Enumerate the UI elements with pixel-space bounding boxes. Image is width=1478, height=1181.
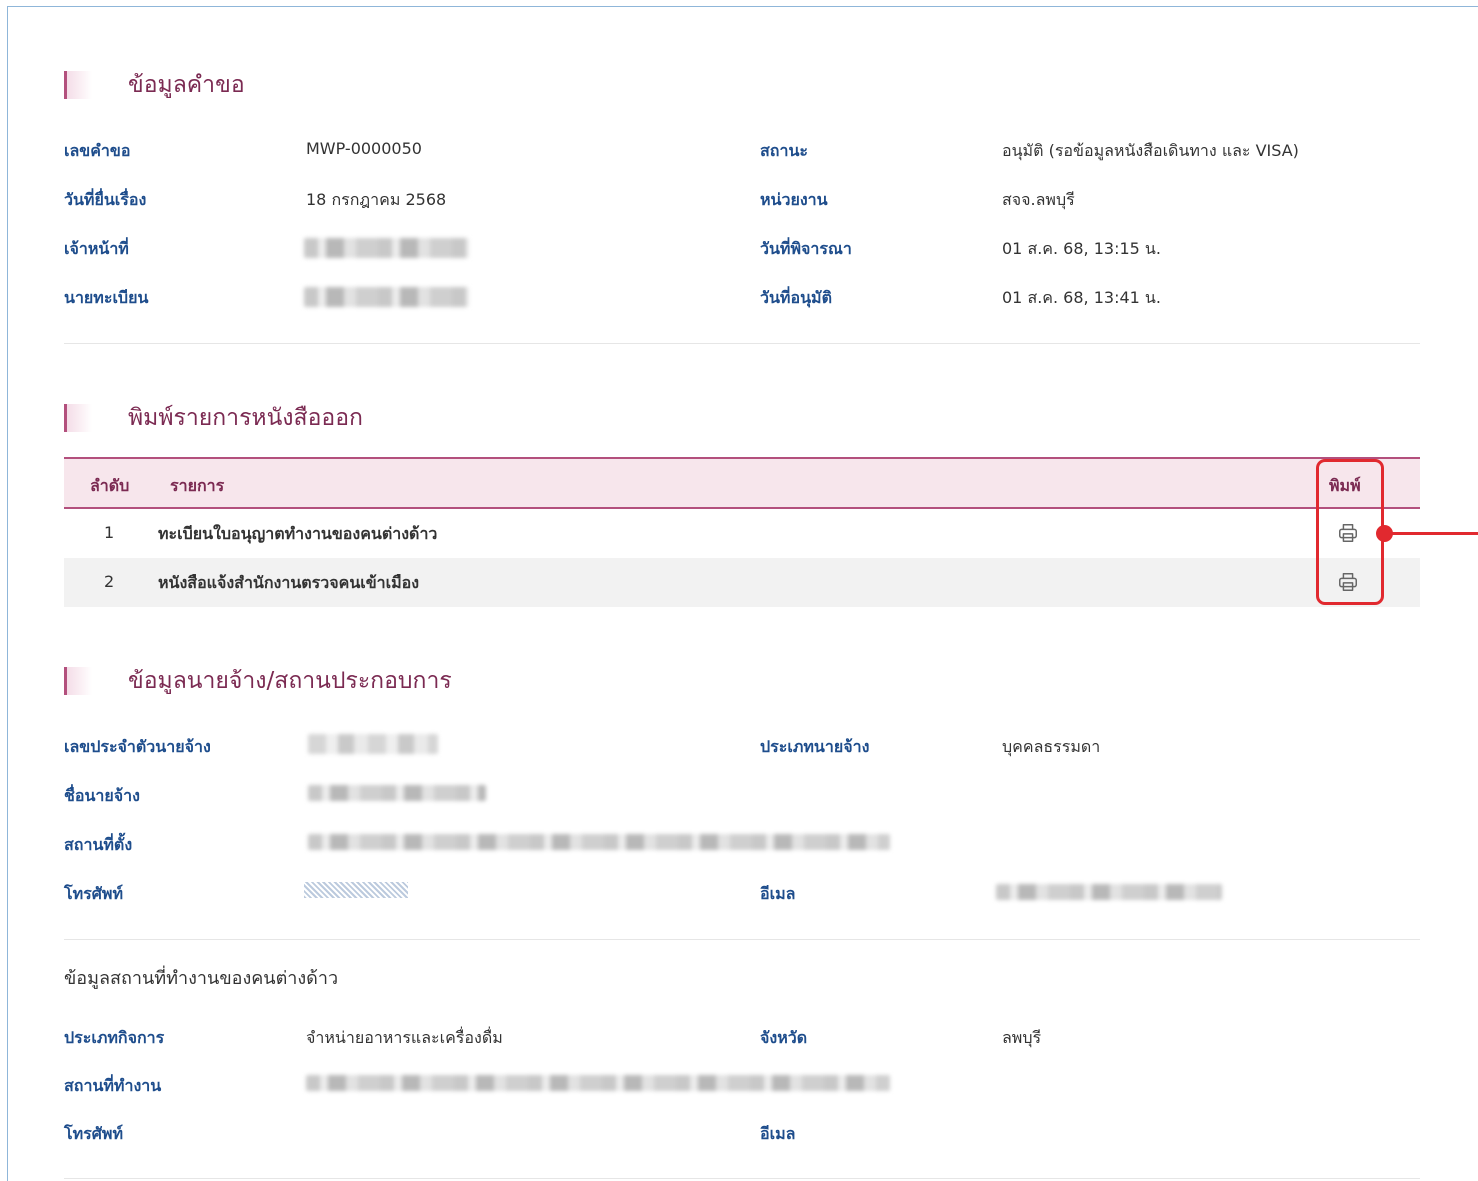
officer-label: เจ้าหน้าที่ (64, 239, 129, 258)
workplace-value-redacted (306, 1075, 890, 1091)
employer-id-value-redacted (308, 734, 438, 754)
print-column-highlight (1316, 459, 1384, 605)
row-item: ทะเบียนใบอนุญาตทำงานของคนต่างด้าว (158, 524, 438, 543)
status-label: สถานะ (760, 141, 808, 160)
print-table-header: ลำดับ รายการ พิมพ์ (64, 457, 1420, 509)
employer-type-value: บุคคลธรรมดา (1002, 737, 1101, 756)
employer-phone-label: โทรศัพท์ (64, 884, 123, 903)
divider (64, 343, 1420, 344)
section-marker (64, 71, 92, 99)
employer-section-header: ข้อมูลนายจ้าง/สถานประกอบการ (64, 666, 452, 696)
employer-type-label: ประเภทนายจ้าง (760, 737, 870, 756)
divider (64, 1178, 1420, 1179)
request-no-label: เลขคำขอ (64, 141, 131, 160)
officer-value-redacted (304, 238, 469, 258)
status-value: อนุมัติ (รอข้อมูลหนังสือเดินทาง และ VISA… (1002, 141, 1299, 160)
submit-date-label: วันที่ยื่นเรื่อง (64, 190, 147, 209)
province-label: จังหวัด (760, 1028, 808, 1047)
table-row: 1 ทะเบียนใบอนุญาตทำงานของคนต่างด้าว (64, 509, 1420, 558)
agency-value: สจจ.ลพบุรี (1002, 190, 1075, 209)
province-value: ลพบุรี (1002, 1028, 1042, 1047)
address-value-redacted (308, 834, 890, 850)
registrar-value-redacted (304, 287, 469, 307)
row-index: 1 (104, 523, 115, 542)
row-item: หนังสือแจ้งสำนักงานตรวจคนเข้าเมือง (158, 573, 420, 592)
employer-section-title: ข้อมูลนายจ้าง/สถานประกอบการ (128, 668, 452, 694)
workplace-label: สถานที่ทำงาน (64, 1076, 162, 1095)
column-header-item: รายการ (170, 476, 225, 495)
employer-email-value-redacted (996, 884, 1222, 900)
employer-email-label: อีเมล (760, 884, 796, 903)
callout-line (1392, 532, 1478, 535)
consider-date-value: 01 ส.ค. 68, 13:15 น. (1002, 239, 1161, 258)
employer-name-value-redacted (308, 785, 486, 801)
request-section-title: ข้อมูลคำขอ (128, 72, 245, 98)
workplace-phone-label: โทรศัพท์ (64, 1124, 123, 1143)
business-type-value: จำหน่ายอาหารและเครื่องดื่ม (306, 1028, 503, 1047)
employer-phone-value-redacted (304, 882, 408, 898)
submit-date-value: 18 กรกฎาคม 2568 (306, 190, 447, 209)
section-marker (64, 404, 92, 432)
section-marker (64, 667, 92, 695)
print-section-title: พิมพ์รายการหนังสือออก (128, 405, 363, 431)
column-header-index: ลำดับ (90, 476, 130, 495)
address-label: สถานที่ตั้ง (64, 835, 133, 854)
print-section-header: พิมพ์รายการหนังสือออก (64, 403, 363, 433)
approve-date-value: 01 ส.ค. 68, 13:41 น. (1002, 288, 1161, 307)
consider-date-label: วันที่พิจารณา (760, 239, 852, 258)
employer-id-label: เลขประจำตัวนายจ้าง (64, 737, 211, 756)
divider (64, 939, 1420, 940)
registrar-label: นายทะเบียน (64, 288, 149, 307)
callout-dot (1376, 525, 1393, 542)
request-section-header: ข้อมูลคำขอ (64, 70, 245, 100)
business-type-label: ประเภทกิจการ (64, 1028, 165, 1047)
agency-label: หน่วยงาน (760, 190, 828, 209)
table-row: 2 หนังสือแจ้งสำนักงานตรวจคนเข้าเมือง (64, 558, 1420, 607)
employer-name-label: ชื่อนายจ้าง (64, 786, 140, 805)
request-no-value: MWP-0000050 (306, 139, 422, 158)
row-index: 2 (104, 572, 115, 591)
workplace-section-title: ข้อมูลสถานที่ทำงานของคนต่างด้าว (64, 968, 339, 989)
approve-date-label: วันที่อนุมัติ (760, 288, 832, 307)
workplace-email-label: อีเมล (760, 1124, 796, 1143)
